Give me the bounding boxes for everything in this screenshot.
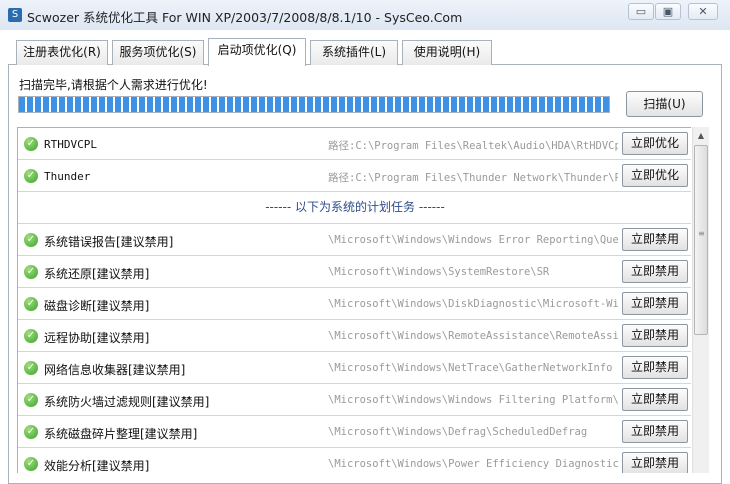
disable-button[interactable]: 立即禁用 [622, 260, 688, 283]
list-item: ✓ 系统还原[建议禁用] \Microsoft\Windows\SystemRe… [18, 256, 691, 288]
minimize-button[interactable]: ▭ [628, 3, 654, 20]
task-path: \Microsoft\Windows\Windows Error Reporti… [328, 234, 618, 246]
disable-button[interactable]: 立即禁用 [622, 420, 688, 443]
green-check-icon: ✓ [24, 329, 38, 343]
scan-progress-bar [18, 96, 610, 113]
scan-button[interactable]: 扫描(U) [626, 91, 703, 117]
list-item: ✓ 系统磁盘碎片整理[建议禁用] \Microsoft\Windows\Defr… [18, 416, 691, 448]
tab-plugins[interactable]: 系统插件(L) [310, 40, 398, 65]
task-path: \Microsoft\Windows\NetTrace\GatherNetwor… [328, 362, 613, 374]
app-icon: S [8, 8, 22, 22]
disable-button[interactable]: 立即禁用 [622, 388, 688, 411]
tab-services[interactable]: 服务项优化(S) [112, 40, 204, 65]
list-item: ✓ 网络信息收集器[建议禁用] \Microsoft\Windows\NetTr… [18, 352, 691, 384]
green-check-icon: ✓ [24, 425, 38, 439]
scrollbar-thumb[interactable]: ≡ [694, 145, 708, 335]
item-name: RTHDVCPL [44, 138, 97, 151]
tab-startup[interactable]: 启动项优化(Q) [208, 38, 306, 66]
green-check-icon: ✓ [24, 265, 38, 279]
item-name: Thunder [44, 170, 91, 183]
disable-button[interactable]: 立即禁用 [622, 292, 688, 315]
list-item: ✓ 远程协助[建议禁用] \Microsoft\Windows\RemoteAs… [18, 320, 691, 352]
optimize-button[interactable]: 立即优化 [622, 164, 688, 187]
close-button[interactable]: ✕ [688, 3, 718, 20]
list-scrollbar[interactable]: ▲ ≡ [692, 127, 709, 473]
task-name: 远程协助[建议禁用] [44, 331, 150, 345]
task-name: 效能分析[建议禁用] [44, 459, 150, 473]
startup-list: ✓ RTHDVCPL 路径:C:\Program Files\Realtek\A… [17, 127, 691, 473]
task-path: \Microsoft\Windows\Defrag\ScheduledDefra… [328, 426, 588, 438]
list-item: ✓ Thunder 路径:C:\Program Files\Thunder Ne… [18, 160, 691, 192]
scan-status: 扫描完毕,请根据个人需求进行优化! [19, 78, 208, 92]
scan-progress-fill [19, 97, 609, 112]
grip-icon: ≡ [698, 229, 705, 238]
task-path: \Microsoft\Windows\DiskDiagnostic\Micros… [328, 298, 618, 310]
list-item: ✓ 磁盘诊断[建议禁用] \Microsoft\Windows\DiskDiag… [18, 288, 691, 320]
task-name: 磁盘诊断[建议禁用] [44, 299, 150, 313]
task-name: 系统磁盘碎片整理[建议禁用] [44, 427, 198, 441]
list-item: ✓ RTHDVCPL 路径:C:\Program Files\Realtek\A… [18, 128, 691, 160]
green-check-icon: ✓ [24, 393, 38, 407]
task-path: \Microsoft\Windows\Power Efficiency Diag… [328, 458, 618, 470]
task-name: 网络信息收集器[建议禁用] [44, 363, 186, 377]
tab-registry[interactable]: 注册表优化(R) [16, 40, 108, 65]
list-item: ✓ 系统错误报告[建议禁用] \Microsoft\Windows\Window… [18, 224, 691, 256]
scroll-up-arrow-icon[interactable]: ▲ [693, 127, 709, 144]
green-check-icon: ✓ [24, 297, 38, 311]
task-name: 系统错误报告[建议禁用] [44, 235, 174, 249]
task-path: \Microsoft\Windows\SystemRestore\SR [328, 266, 550, 278]
disable-button[interactable]: 立即禁用 [622, 324, 688, 347]
task-path: \Microsoft\Windows\RemoteAssistance\Remo… [328, 330, 618, 342]
list-item: ✓ 系统防火墙过滤规则[建议禁用] \Microsoft\Windows\Win… [18, 384, 691, 416]
list-item: ✓ 效能分析[建议禁用] \Microsoft\Windows\Power Ef… [18, 448, 691, 473]
optimize-button[interactable]: 立即优化 [622, 132, 688, 155]
disable-button[interactable]: 立即禁用 [622, 228, 688, 251]
scheduled-tasks-separator: ------ 以下为系统的计划任务 ------ [18, 192, 691, 224]
tab-help[interactable]: 使用说明(H) [402, 40, 492, 65]
disable-button[interactable]: 立即禁用 [622, 356, 688, 379]
task-name: 系统还原[建议禁用] [44, 267, 150, 281]
green-check-icon: ✓ [24, 361, 38, 375]
restore-button[interactable]: ▣ [655, 3, 681, 20]
task-path: \Microsoft\Windows\Windows Filtering Pla… [328, 394, 618, 406]
green-check-icon: ✓ [24, 137, 38, 151]
item-path: 路径:C:\Program Files\Realtek\Audio\HDA\Rt… [328, 140, 618, 152]
green-check-icon: ✓ [24, 169, 38, 183]
title-bar: S Scwozer 系统优化工具 For WIN XP/2003/7/2008/… [0, 0, 730, 30]
disable-button[interactable]: 立即禁用 [622, 452, 688, 473]
task-name: 系统防火墙过滤规则[建议禁用] [44, 395, 210, 409]
window-title: Scwozer 系统优化工具 For WIN XP/2003/7/2008/8/… [27, 10, 463, 25]
item-path: 路径:C:\Program Files\Thunder Network\Thun… [328, 172, 618, 184]
green-check-icon: ✓ [24, 457, 38, 471]
green-check-icon: ✓ [24, 233, 38, 247]
